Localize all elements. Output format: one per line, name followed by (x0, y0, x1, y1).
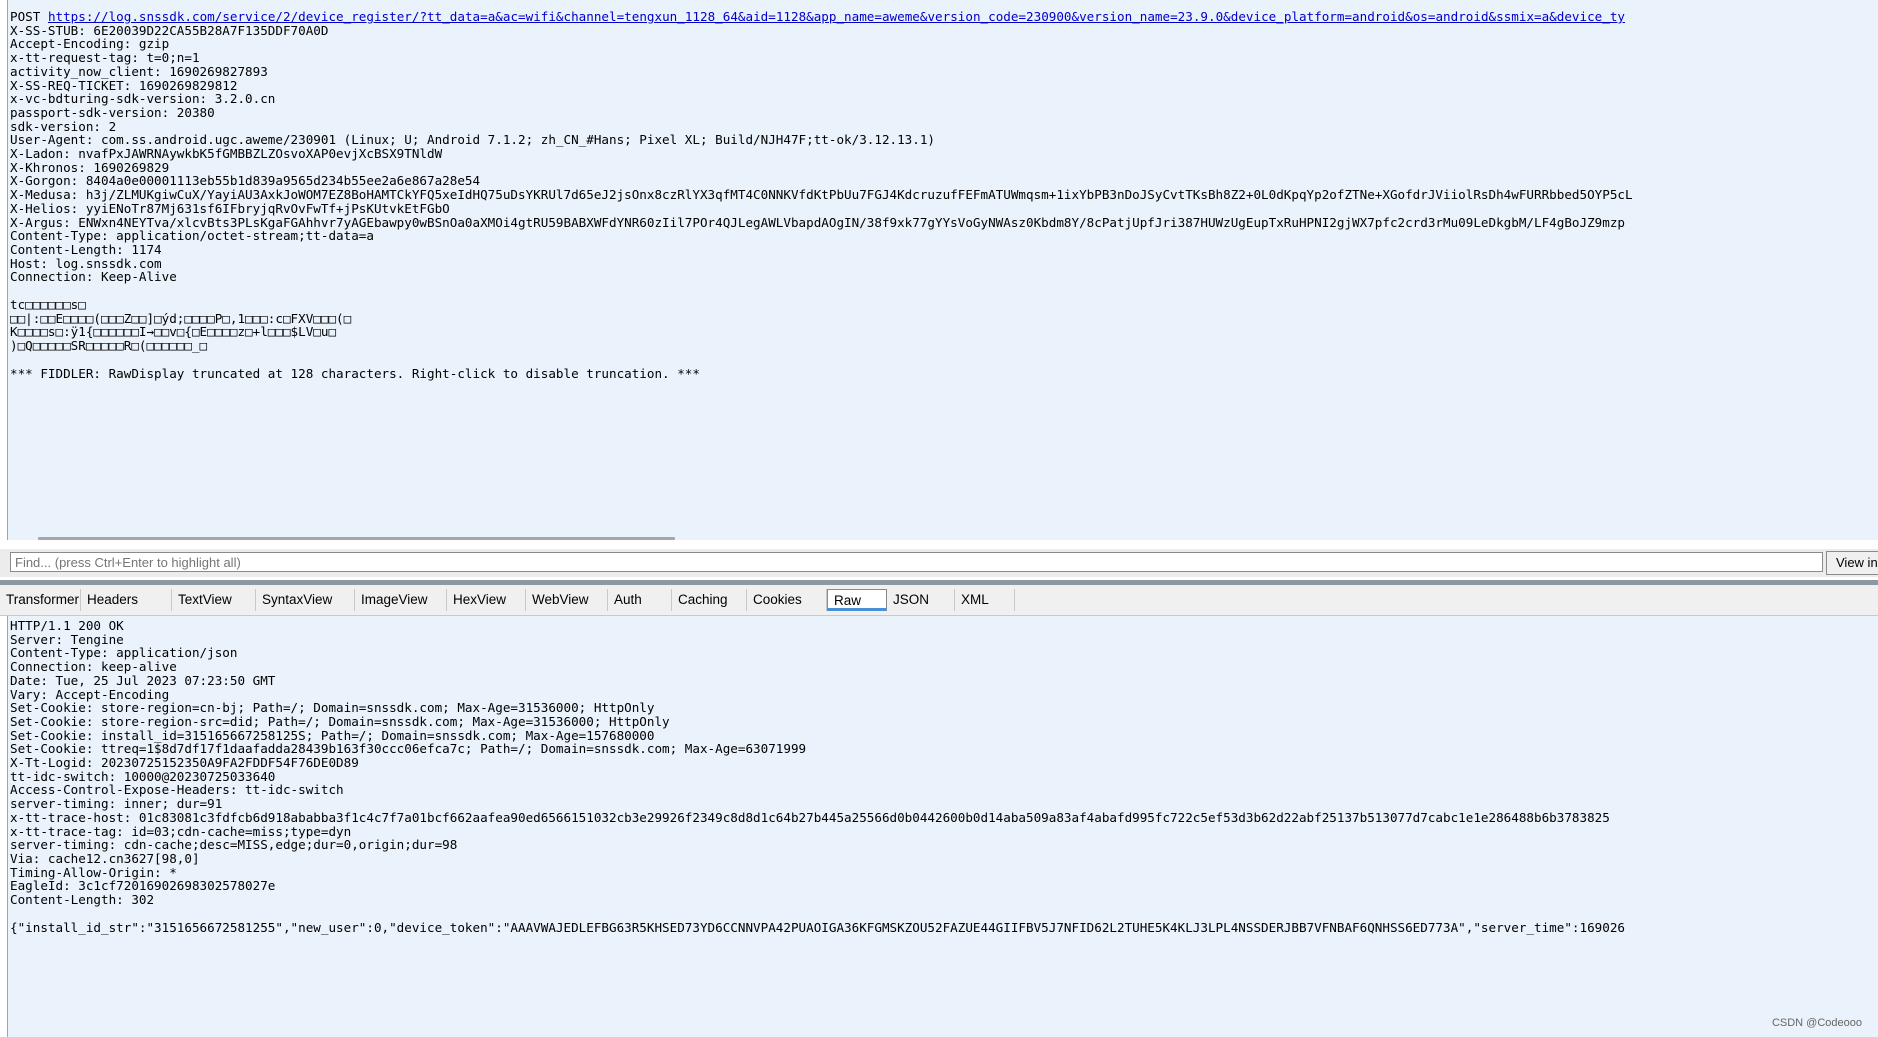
response-header-line: tt-idc-switch: 10000@20230725033640 (10, 768, 276, 784)
request-raw-view[interactable]: POST https://log.snssdk.com/service/2/de… (7, 0, 1878, 540)
tab-xml[interactable]: XML (955, 589, 1015, 611)
request-body-line: )□Q□□□□□SR□□□□□R□(□□□□□□_□ (10, 338, 208, 354)
tab-webview[interactable]: WebView (526, 589, 608, 611)
response-header-line: Connection: keep-alive (10, 659, 177, 675)
find-bar: View in (0, 549, 1878, 577)
tab-cookies[interactable]: Cookies (747, 589, 827, 611)
tab-textview[interactable]: TextView (172, 589, 256, 611)
tab-auth[interactable]: Auth (608, 589, 672, 611)
response-raw-view[interactable]: HTTP/1.1 200 OK Server: Tengine Content-Ty… (7, 616, 1878, 1037)
request-body-line: □□|:□□E□□□□(□□□Z□□]□ýd;□□□□P□,1□□□:c□FXV… (10, 310, 352, 326)
tab-syntaxview[interactable]: SyntaxView (256, 589, 355, 611)
request-header-line: X-Ladon: nvafPxJAWRNAywkbK5fGMBBZLZOsvoX… (10, 146, 443, 162)
find-input[interactable] (10, 552, 1823, 572)
request-body-line: tc□□□□□□s□ (10, 297, 86, 313)
response-header-line: Set-Cookie: ttreq=1$8d7df17f1daafadda284… (10, 741, 807, 757)
request-header-line: X-SS-STUB: 6E20039D22CA55B28A7F135DDF70A… (10, 22, 329, 38)
request-header-line: activity_now_client: 1690269827893 (10, 63, 268, 79)
response-header-line: Content-Type: application/json (10, 645, 238, 661)
tab-raw[interactable]: Raw (827, 589, 887, 611)
request-header-line: X-SS-REQ-TICKET: 1690269829812 (10, 77, 238, 93)
request-header-line: X-Medusa: h3j/ZLMUKgiwCuX/YayiAU3AxkJoWO… (10, 187, 1633, 203)
response-header-line: Timing-Allow-Origin: * (10, 864, 177, 880)
request-header-line: Accept-Encoding: gzip (10, 36, 170, 52)
view-in-button[interactable]: View in (1826, 551, 1878, 575)
request-header-line: X-Khronos: 1690269829 (10, 159, 170, 175)
tab-caching[interactable]: Caching (672, 589, 747, 611)
response-header-line: Set-Cookie: install_id=315165667258125S;… (10, 727, 655, 743)
response-header-line: Set-Cookie: store-region-src=did; Path=/… (10, 713, 670, 729)
request-method: POST (10, 9, 41, 24)
response-header-line: Access-Control-Expose-Headers: tt-idc-sw… (10, 782, 344, 798)
response-header-line: x-tt-trace-tag: id=03;cdn-cache=miss;typ… (10, 823, 352, 839)
request-body-line: K□□□□s□:ÿ1{□□□□□□I→□□v□{□E□□□□z□+l□□□$LV… (10, 324, 337, 340)
response-header-line: Via: cache12.cn3627[98,0] (10, 850, 200, 866)
response-header-line: Vary: Accept-Encoding (10, 686, 170, 702)
tab-headers[interactable]: Headers (81, 589, 172, 611)
response-header-line: Date: Tue, 25 Jul 2023 07:23:50 GMT (10, 672, 276, 688)
request-header-line: X-Argus: ENWxn4NEYTva/xlcvBts3PLsKgaFGAh… (10, 214, 1625, 230)
truncation-notice: *** FIDDLER: RawDisplay truncated at 128… (10, 365, 700, 381)
response-header-line: HTTP/1.1 200 OK (10, 618, 124, 633)
response-raw-text: HTTP/1.1 200 OK Server: Tengine Content-Ty… (10, 619, 1625, 934)
response-headers: HTTP/1.1 200 OK Server: Tengine Content-Ty… (10, 619, 1625, 907)
request-header-line: x-vc-bdturing-sdk-version: 3.2.0.cn (10, 91, 276, 107)
request-url-link[interactable]: https://log.snssdk.com/service/2/device_… (48, 9, 1625, 24)
request-line: POST https://log.snssdk.com/service/2/de… (10, 9, 1625, 24)
request-header-line: x-tt-request-tag: t=0;n=1 (10, 50, 200, 66)
request-header-line: Content-Length: 1174 (10, 241, 162, 257)
request-header-line: Content-Type: application/octet-stream;t… (10, 228, 374, 244)
response-header-line: Content-Length: 302 (10, 892, 155, 908)
response-tab-bar: Transformer Headers TextView SyntaxView Imag… (0, 585, 1878, 616)
request-header-line: passport-sdk-version: 20380 (10, 104, 215, 120)
request-header-line: User-Agent: com.ss.android.ugc.aweme/230… (10, 132, 936, 148)
tab-transformer[interactable]: Transformer (0, 589, 81, 611)
request-header-line: Connection: Keep-Alive (10, 269, 177, 285)
request-horizontal-scrollbar[interactable] (38, 537, 675, 540)
response-header-line: Set-Cookie: store-region=cn-bj; Path=/; … (10, 700, 655, 716)
tab-imageview[interactable]: ImageView (355, 589, 447, 611)
request-header-line: Host: log.snssdk.com (10, 255, 162, 271)
response-header-line: EagleId: 3c1cf72016902698302578027e (10, 878, 276, 894)
response-header-line: server-timing: cdn-cache;desc=MISS,edge;… (10, 837, 458, 853)
request-header-line: sdk-version: 2 (10, 118, 117, 134)
watermark: CSDN @Codeooo (1771, 1017, 1862, 1029)
tab-hexview[interactable]: HexView (447, 589, 526, 611)
response-header-line: x-tt-trace-host: 01c83081c3fdfcb6d918aba… (10, 809, 1610, 825)
request-body: tc□□□□□□s□ □□|:□□E□□□□(□□□Z□□]□ýd;□□□□P□,… (10, 298, 1633, 353)
response-header-line: X-Tt-Logid: 20230725152350A9FA2FDDF54F76… (10, 755, 359, 771)
request-raw-text: POST https://log.snssdk.com/service/2/de… (10, 10, 1633, 381)
response-header-line: server-timing: inner; dur=91 (10, 796, 223, 812)
request-header-line: X-Helios: yyiENoTr87Mj631sf6IFbryjqRvOvF… (10, 200, 450, 216)
request-header-line: X-Gorgon: 8404a0e00001113eb55b1d839a9565… (10, 173, 481, 189)
request-headers: X-SS-STUB: 6E20039D22CA55B28A7F135DDF70A… (10, 22, 1633, 285)
tab-json[interactable]: JSON (887, 589, 955, 611)
response-header-line: Server: Tengine (10, 631, 124, 647)
response-body: {"install_id_str":"3151656672581255","ne… (10, 919, 1625, 935)
